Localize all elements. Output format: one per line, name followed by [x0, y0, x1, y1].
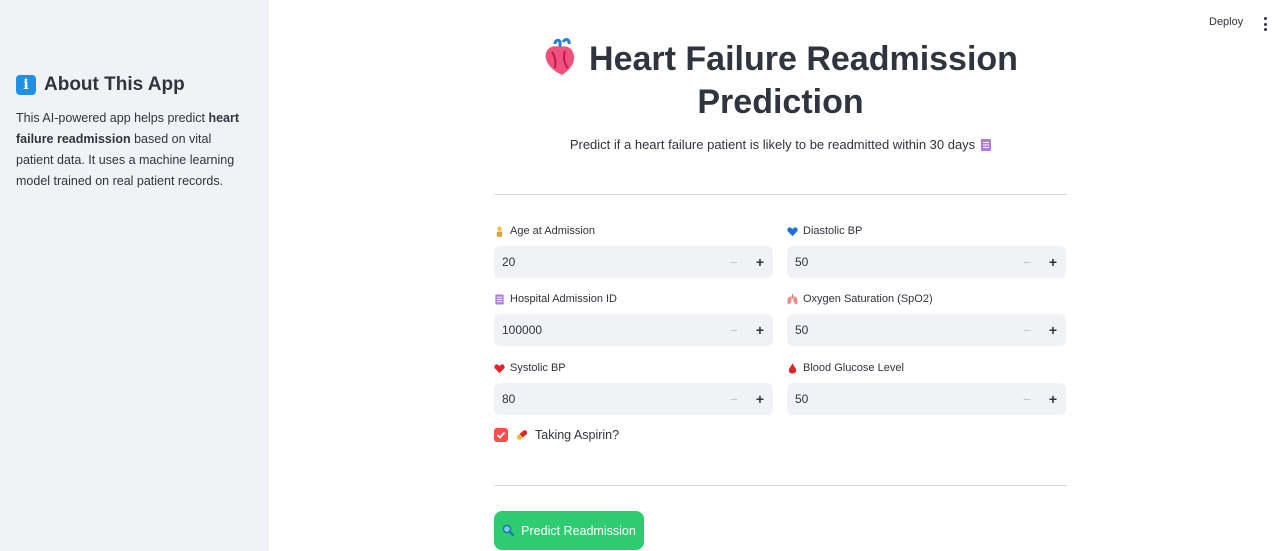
spo2-increment-button[interactable]: +: [1040, 314, 1066, 346]
title-line-1: Heart Failure Readmission: [589, 40, 1018, 78]
diastolic-input[interactable]: 50 − +: [787, 246, 1066, 278]
person-icon: [496, 225, 503, 237]
divider-top: [494, 194, 1067, 195]
diastolic-decrement-button[interactable]: −: [1014, 246, 1040, 278]
deploy-button[interactable]: Deploy: [1209, 16, 1243, 28]
admission-id-input[interactable]: 100000 − +: [494, 314, 773, 346]
magnifier-icon: [502, 524, 515, 537]
red-heart-icon: [494, 363, 505, 373]
blue-heart-icon: [787, 226, 798, 236]
admission-id-increment-button[interactable]: +: [747, 314, 773, 346]
age-value[interactable]: 20: [494, 255, 721, 269]
checkmark-icon: [496, 431, 506, 439]
age-field: Age at Admission 20 − +: [494, 224, 773, 278]
admission-id-label: Hospital Admission ID: [510, 293, 617, 305]
sidebar-text-1: This AI-powered app helps predict: [16, 111, 209, 125]
sidebar-header: i About This App: [16, 74, 253, 96]
page-subtitle: Predict if a heart failure patient is li…: [494, 137, 1067, 152]
clipboard-icon: [495, 293, 504, 305]
glucose-field: Blood Glucose Level 50 − +: [787, 361, 1066, 415]
admission-id-decrement-button[interactable]: −: [721, 314, 747, 346]
clipboard-icon: [981, 139, 992, 151]
diastolic-increment-button[interactable]: +: [1040, 246, 1066, 278]
divider-bottom: [494, 485, 1067, 486]
systolic-increment-button[interactable]: +: [747, 383, 773, 415]
blood-drop-icon: [788, 362, 797, 374]
title-line-2: Prediction: [697, 83, 864, 121]
subtitle-text: Predict if a heart failure patient is li…: [569, 137, 976, 152]
aspirin-checkbox[interactable]: [494, 428, 508, 442]
lungs-icon: [787, 293, 798, 304]
glucose-label: Blood Glucose Level: [803, 362, 904, 374]
diastolic-label: Diastolic BP: [803, 225, 863, 237]
spo2-input[interactable]: 50 − +: [787, 314, 1066, 346]
spo2-decrement-button[interactable]: −: [1014, 314, 1040, 346]
aspirin-label: Taking Aspirin?: [535, 428, 620, 442]
sidebar-description: This AI-powered app helps predict heart …: [16, 108, 252, 192]
spo2-value[interactable]: 50: [787, 323, 1014, 337]
anatomical-heart-icon: [545, 38, 575, 75]
glucose-input[interactable]: 50 − +: [787, 383, 1066, 415]
glucose-value[interactable]: 50: [787, 392, 1014, 406]
predict-button-label: Predict Readmission: [521, 523, 636, 538]
diastolic-field: Diastolic BP 50 − +: [787, 224, 1066, 278]
spo2-field: Oxygen Saturation (SpO2) 50 − +: [787, 292, 1066, 346]
pill-icon: [516, 430, 528, 440]
kebab-menu-icon[interactable]: [1261, 17, 1269, 31]
age-input[interactable]: 20 − +: [494, 246, 773, 278]
diastolic-value[interactable]: 50: [787, 255, 1014, 269]
glucose-decrement-button[interactable]: −: [1014, 383, 1040, 415]
sidebar: i About This App This AI-powered app hel…: [0, 0, 269, 551]
age-increment-button[interactable]: +: [747, 246, 773, 278]
sidebar-title: About This App: [44, 74, 185, 95]
systolic-value[interactable]: 80: [494, 392, 721, 406]
predict-readmission-button[interactable]: Predict Readmission: [494, 511, 644, 550]
info-icon: i: [16, 75, 36, 95]
aspirin-checkbox-row[interactable]: Taking Aspirin?: [494, 428, 619, 442]
systolic-decrement-button[interactable]: −: [721, 383, 747, 415]
glucose-increment-button[interactable]: +: [1040, 383, 1066, 415]
age-label: Age at Admission: [510, 225, 595, 237]
age-decrement-button[interactable]: −: [721, 246, 747, 278]
page-title: Heart Failure Readmission Prediction: [494, 38, 1067, 124]
admission-id-field: Hospital Admission ID 100000 − +: [494, 292, 773, 346]
systolic-field: Systolic BP 80 − +: [494, 361, 773, 415]
systolic-input[interactable]: 80 − +: [494, 383, 773, 415]
spo2-label: Oxygen Saturation (SpO2): [803, 293, 933, 305]
app-root: i About This App This AI-powered app hel…: [0, 0, 1280, 551]
admission-id-value[interactable]: 100000: [494, 323, 721, 337]
systolic-label: Systolic BP: [510, 362, 566, 374]
